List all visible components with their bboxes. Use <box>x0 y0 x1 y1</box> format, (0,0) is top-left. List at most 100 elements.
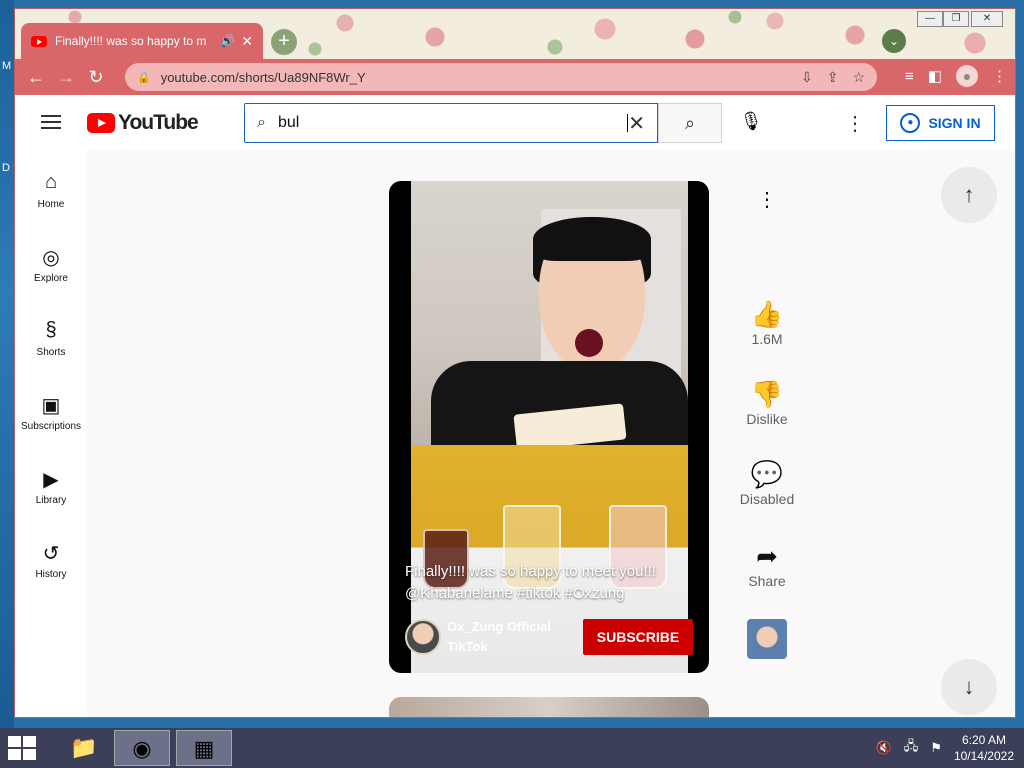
shorts-icon: § <box>45 319 57 341</box>
channel-name[interactable]: Ox_Zung Official TikTok <box>447 617 567 657</box>
sidebar-item-shorts[interactable]: § Shorts <box>15 319 87 358</box>
chrome-icon[interactable]: ◉ <box>114 730 170 766</box>
subscribe-button[interactable]: SUBSCRIBE <box>583 619 693 655</box>
user-circle-icon: ● <box>900 113 921 133</box>
network-icon[interactable]: 🖧 <box>904 737 919 759</box>
clock-time: 6:20 AM <box>961 733 1006 747</box>
sidebar-item-label: Library <box>35 495 67 506</box>
tab-close-icon[interactable]: ✕ <box>241 33 253 50</box>
sidebar-item-label: Home <box>37 199 65 210</box>
dislike-label: Dislike <box>746 411 788 427</box>
desktop-icon-label: D <box>2 162 10 174</box>
previous-short-button[interactable]: ↑ <box>941 167 997 223</box>
share-icon[interactable]: ⇪ <box>827 69 839 86</box>
youtube-header: YouTube ⌕ bul ✕ ⌕ 🎙 ⋮ ● SIGN IN <box>15 95 1015 151</box>
settings-kebab-icon[interactable]: ⋮ <box>845 111 865 136</box>
search-button[interactable]: ⌕ <box>658 103 722 143</box>
next-short-button[interactable]: ↓ <box>941 659 997 715</box>
short-title[interactable]: Finally!!!! was so happy to meet you!!! … <box>405 561 665 605</box>
sound-thumbnail[interactable] <box>747 619 787 659</box>
browser-window: Finally!!!! was so happy to m 🔊 ✕ + ⌄ — … <box>14 8 1016 718</box>
sidebar-item-label: Subscriptions <box>20 421 82 432</box>
file-explorer-icon[interactable]: 📁 <box>56 730 112 766</box>
sidebar-item-subscriptions[interactable]: ▣ Subscriptions <box>15 393 87 432</box>
sidebar-item-home[interactable]: ⌂ Home <box>15 171 87 210</box>
close-window-button[interactable]: ✕ <box>971 11 1003 27</box>
more-options-icon[interactable]: ⋮ <box>717 187 817 219</box>
profile-avatar-icon[interactable]: ● <box>956 65 978 87</box>
address-bar[interactable]: 🔒 youtube.com/shorts/Ua89NF8Wr_Y ⇩ ⇪ ☆ <box>125 63 877 91</box>
bookmark-star-icon[interactable]: ☆ <box>852 69 865 86</box>
forward-arrow-icon[interactable]: → <box>51 67 81 88</box>
short-video-player[interactable]: Finally!!!! was so happy to meet you!!! … <box>389 181 709 673</box>
person-mouth <box>575 329 603 357</box>
sidebar-item-label: Explore <box>34 273 68 284</box>
video-scene-top <box>411 181 688 451</box>
share-button[interactable]: ➦ Share <box>717 541 817 589</box>
sign-in-button[interactable]: ● SIGN IN <box>886 105 995 141</box>
sidebar: ⌂ Home ◎ Explore § Shorts ▣ Subscription… <box>15 151 87 717</box>
channel-avatar[interactable] <box>405 619 441 655</box>
share-label: Share <box>748 573 786 589</box>
history-icon: ↺ <box>42 543 60 565</box>
browser-tab[interactable]: Finally!!!! was so happy to m 🔊 ✕ <box>21 23 263 59</box>
share-arrow-icon: ➦ <box>756 541 778 571</box>
sidebar-item-label: Shorts <box>36 347 66 358</box>
clear-search-icon[interactable]: ✕ <box>628 111 645 136</box>
thumbs-up-icon: 👍 <box>750 299 784 329</box>
action-center-icon[interactable]: ⚑ <box>930 740 942 756</box>
comments-label: Disabled <box>739 491 795 507</box>
side-panel-icon[interactable]: ◧ <box>928 67 942 85</box>
sidebar-item-history[interactable]: ↺ History <box>15 541 87 580</box>
person-bangs <box>533 217 651 261</box>
browser-toolbar: ← → ↻ 🔒 youtube.com/shorts/Ua89NF8Wr_Y ⇩… <box>15 59 1015 95</box>
desktop-background: M D <box>0 0 14 728</box>
new-tab-button[interactable]: + <box>271 29 297 55</box>
sign-in-label: SIGN IN <box>928 115 981 131</box>
start-button[interactable] <box>8 736 38 762</box>
desktop-icon-label: M <box>2 60 12 72</box>
sidebar-item-explore[interactable]: ◎ Explore <box>15 245 87 284</box>
search-icon: ⌕ <box>257 114 266 131</box>
search-value[interactable]: bul <box>278 114 629 132</box>
install-icon[interactable]: ⇩ <box>801 69 813 86</box>
thumbs-down-icon: 👎 <box>750 379 784 409</box>
maximize-button[interactable]: ❐ <box>943 11 969 27</box>
taskbar: 📁 ◉ ▦ 🔇 🖧 ⚑ 6:20 AM 10/14/2022 <box>0 728 1024 768</box>
app-taskbar-icon[interactable]: ▦ <box>176 730 232 766</box>
comment-icon: 💬 <box>750 459 784 489</box>
dislike-button[interactable]: 👎 Dislike <box>717 379 817 427</box>
comments-button[interactable]: 💬 Disabled <box>717 459 817 507</box>
sidebar-item-library[interactable]: ▶ Library <box>15 467 87 506</box>
search-input[interactable]: ⌕ bul ✕ <box>244 103 658 143</box>
like-count: 1.6M <box>751 331 783 347</box>
tab-title: Finally!!!! was so happy to m <box>55 34 207 48</box>
like-button[interactable]: 👍 1.6M <box>717 299 817 347</box>
url-text[interactable]: youtube.com/shorts/Ua89NF8Wr_Y <box>161 70 787 85</box>
microphone-icon[interactable]: 🎙 <box>739 111 763 135</box>
youtube-logo-text: YouTube <box>118 111 199 134</box>
reading-list-icon[interactable]: ≡ <box>905 68 914 85</box>
clock[interactable]: 6:20 AM 10/14/2022 <box>954 732 1014 764</box>
minimize-button[interactable]: — <box>917 11 943 27</box>
youtube-page: YouTube ⌕ bul ✕ ⌕ 🎙 ⋮ ● SIGN IN ⌂ Home ◎… <box>15 95 1015 717</box>
library-icon: ▶ <box>43 469 59 491</box>
browser-titlebar: Finally!!!! was so happy to m 🔊 ✕ + ⌄ — … <box>15 9 1015 59</box>
youtube-logo[interactable]: YouTube <box>87 111 199 135</box>
system-tray: 🔇 🖧 ⚑ 6:20 AM 10/14/2022 <box>876 732 1014 764</box>
next-short-preview[interactable] <box>389 697 709 717</box>
lock-icon[interactable]: 🔒 <box>137 71 151 84</box>
volume-muted-icon[interactable]: 🔇 <box>876 740 892 756</box>
back-arrow-icon[interactable]: ← <box>21 67 51 88</box>
youtube-favicon-icon <box>31 35 47 47</box>
menu-hamburger-icon[interactable] <box>41 115 61 129</box>
shorts-feed: Finally!!!! was so happy to meet you!!! … <box>87 151 1015 717</box>
clock-date: 10/14/2022 <box>953 749 1014 763</box>
tab-search-icon[interactable]: ⌄ <box>882 29 906 53</box>
home-icon: ⌂ <box>44 171 58 193</box>
browser-menu-icon[interactable]: ⋮ <box>992 67 1007 85</box>
channel-info[interactable]: Ox_Zung Official TikTok <box>405 617 567 657</box>
reload-icon[interactable]: ↻ <box>81 67 111 88</box>
speaker-icon[interactable]: 🔊 <box>220 34 235 48</box>
subscriptions-icon: ▣ <box>41 395 61 417</box>
